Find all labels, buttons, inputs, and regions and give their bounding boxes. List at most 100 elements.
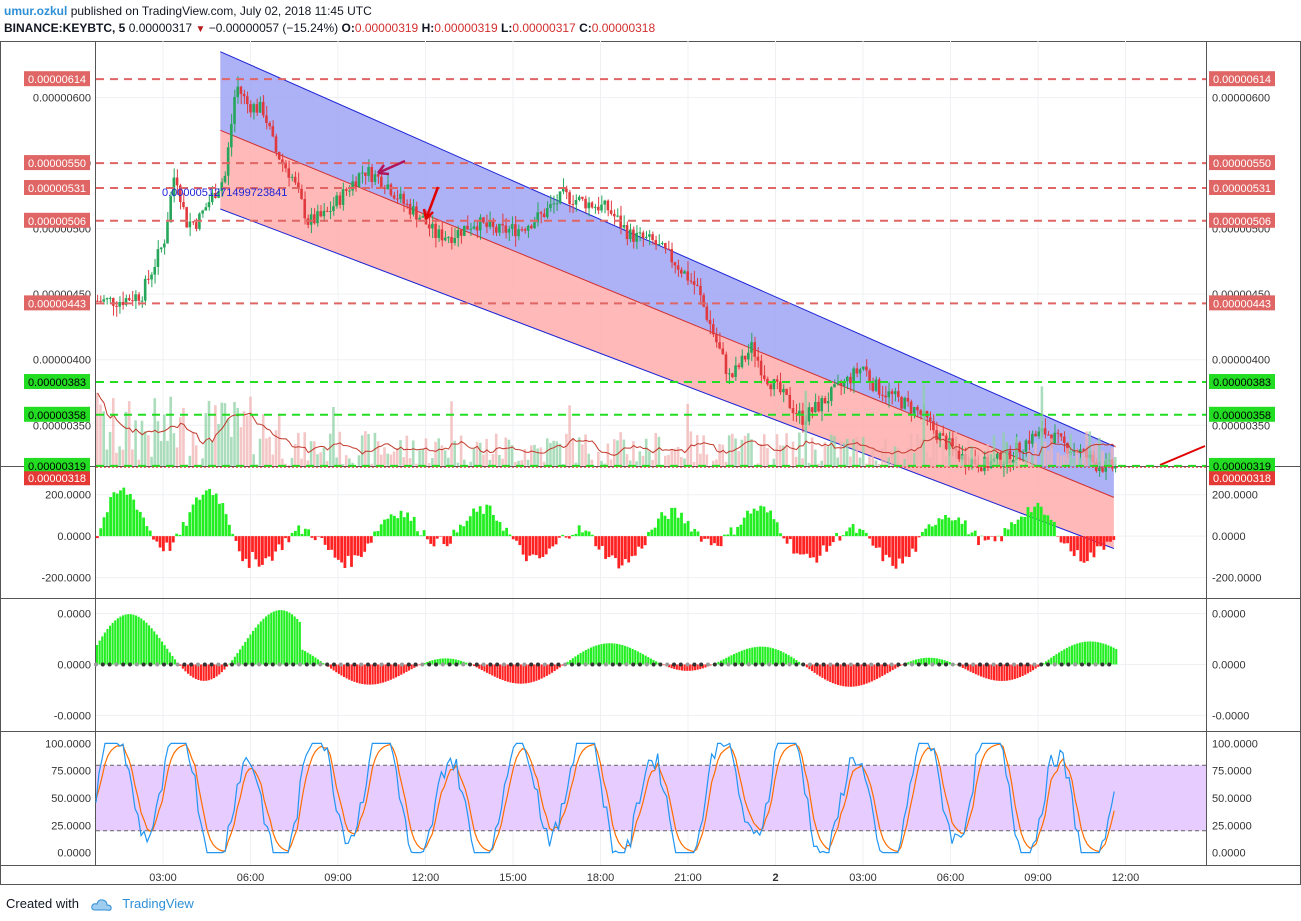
- histogram-bar: [590, 647, 593, 665]
- histogram-bar: [600, 644, 603, 665]
- candle-body: [408, 203, 412, 215]
- candle-body: [574, 200, 578, 205]
- histogram-bar: [317, 536, 320, 537]
- squeeze-dot: [209, 662, 214, 667]
- histogram-bar: [336, 536, 340, 560]
- candle-body: [459, 229, 463, 236]
- price-axis-label: 0.00000600: [33, 93, 91, 105]
- volume-bar: [507, 439, 511, 466]
- histogram-bar: [983, 536, 987, 541]
- volume-bar: [785, 433, 788, 466]
- histogram-bar: [485, 504, 489, 537]
- candle-body: [265, 115, 268, 124]
- candle-body: [530, 225, 533, 229]
- histogram-bar: [200, 664, 203, 681]
- histogram-bar: [873, 664, 876, 681]
- histogram-bar: [111, 622, 114, 665]
- histogram-bar: [957, 517, 961, 537]
- volume-bar: [389, 454, 393, 466]
- squeeze-dot: [1059, 662, 1064, 667]
- histogram-bar: [756, 646, 759, 665]
- squeeze-dot: [107, 662, 112, 667]
- squeeze-dot: [706, 662, 710, 667]
- price-level-text-right: 0.00000358: [1213, 410, 1271, 422]
- volume-bar: [967, 439, 970, 466]
- histogram-bar: [703, 536, 706, 539]
- histogram-bar: [1003, 528, 1007, 537]
- volume-bar: [874, 460, 878, 466]
- histogram-bar: [987, 536, 990, 540]
- volume-bar: [172, 433, 176, 466]
- squeeze-dot: [617, 662, 622, 667]
- histogram-bar: [865, 664, 868, 684]
- volume-bar: [405, 435, 409, 466]
- histogram-bar: [231, 533, 235, 537]
- histogram-bar: [954, 520, 957, 537]
- squeeze-dot: [590, 662, 595, 667]
- candle-body: [890, 391, 894, 395]
- histogram-bar: [426, 536, 429, 540]
- close-value: 0.00000318: [591, 21, 656, 35]
- candle-body: [507, 228, 511, 233]
- histogram-bar: [501, 530, 505, 537]
- volume-bar: [731, 433, 734, 466]
- histogram-bar: [345, 664, 348, 679]
- author-link[interactable]: umur.ozkul: [4, 4, 67, 18]
- candle-body: [163, 243, 166, 248]
- histogram-bar: [921, 532, 924, 537]
- histogram-bar: [109, 497, 112, 537]
- histogram-bar: [980, 535, 984, 537]
- candle-body: [127, 298, 131, 301]
- tradingview-brand[interactable]: TradingView: [122, 896, 194, 911]
- candle-body: [597, 206, 600, 211]
- squeeze-dot: [298, 662, 302, 667]
- volume-bar: [1056, 452, 1060, 466]
- volume-bar: [169, 396, 172, 466]
- histogram-bar: [323, 536, 327, 545]
- histogram-bar: [1043, 514, 1046, 537]
- volume-bar: [156, 421, 160, 466]
- histogram-bar: [636, 651, 639, 665]
- histogram-bar: [379, 664, 382, 684]
- squeeze-dot: [638, 662, 642, 667]
- histogram-bar: [166, 648, 169, 665]
- histogram-bar: [993, 536, 997, 542]
- candle-body: [788, 394, 792, 409]
- squeeze-dot: [495, 662, 500, 667]
- stoch-axis-label: 75.0000: [1212, 766, 1252, 778]
- histogram-bar: [825, 536, 829, 552]
- time-tick-label: 09:00: [1024, 872, 1052, 884]
- candle-body: [443, 237, 447, 241]
- histogram-bar: [822, 536, 825, 546]
- histogram-bar: [181, 522, 185, 537]
- volume-bar: [383, 447, 386, 466]
- candle-body: [858, 369, 862, 374]
- squeeze-dot: [291, 662, 296, 667]
- volume-bar: [1040, 386, 1044, 466]
- chart-canvas[interactable]: 03:00 06:00 09:00 12:00 15:00 18:00 21:00 2 03:0…: [0, 41, 1301, 885]
- histogram-bar: [1110, 646, 1113, 665]
- volume-bar: [609, 459, 613, 466]
- volume-bar: [539, 447, 543, 466]
- histogram-bar: [175, 533, 178, 537]
- squeeze-dot: [488, 662, 493, 667]
- volume-bar: [778, 445, 782, 466]
- histogram-bar: [535, 664, 538, 681]
- volume-bar: [612, 439, 616, 466]
- volume-bar: [960, 455, 964, 466]
- squeeze-dot: [264, 662, 268, 667]
- histogram-bar: [283, 610, 286, 665]
- histogram-bar: [571, 534, 574, 537]
- squeeze-dot: [760, 662, 765, 667]
- squeeze-dot: [726, 662, 731, 667]
- histogram-bar: [567, 536, 571, 539]
- candle-body: [718, 342, 721, 349]
- osc-axis-label: -0.0000: [1212, 710, 1249, 722]
- candle-body: [817, 401, 820, 412]
- squeeze-dot: [903, 662, 908, 667]
- trend-line: [1159, 445, 1206, 466]
- volume-bar: [118, 446, 121, 466]
- histogram-bar: [99, 528, 103, 537]
- histogram-bar: [465, 520, 469, 537]
- squeeze-dot: [889, 662, 894, 667]
